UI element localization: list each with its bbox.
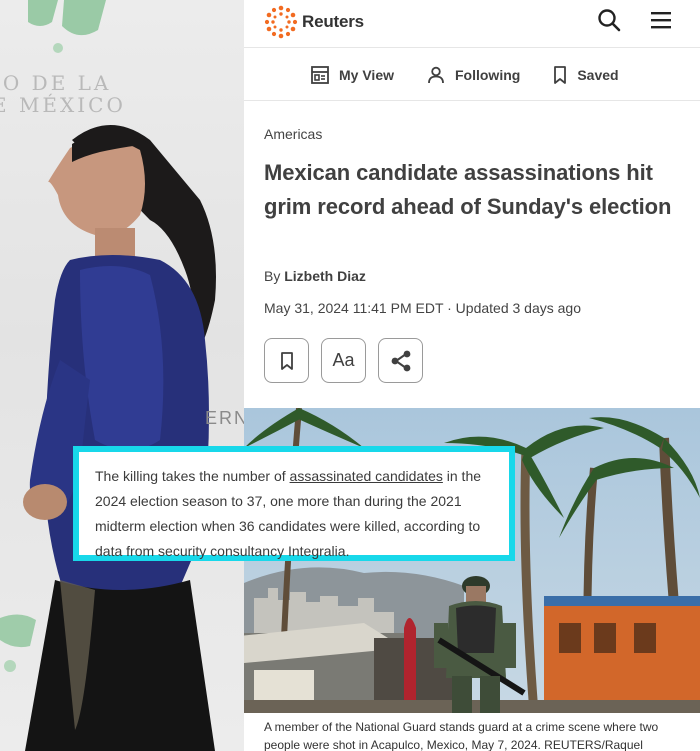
author-link[interactable]: Lizbeth Diaz xyxy=(284,268,366,284)
text-size-label: Aa xyxy=(332,350,355,370)
subnav-saved[interactable]: Saved xyxy=(552,65,619,85)
share-button[interactable] xyxy=(378,338,423,383)
subnav-following-label: Following xyxy=(455,66,521,83)
brand-name: Reuters xyxy=(302,12,364,31)
subnav-following[interactable]: Following xyxy=(426,65,520,85)
hamburger-menu-icon[interactable] xyxy=(648,7,674,33)
my-view-icon xyxy=(311,65,329,84)
reuters-dots-icon xyxy=(264,5,298,39)
top-bar: Reuters xyxy=(244,0,700,48)
share-icon xyxy=(391,350,410,371)
subnav-my-view-label: My View xyxy=(339,66,394,83)
background-photo: IO DE LA E MÉXICO ERN xyxy=(0,0,244,751)
text-size-button[interactable]: Aa xyxy=(321,338,366,383)
byline: By Lizbeth Diaz xyxy=(264,268,366,284)
save-article-button[interactable] xyxy=(264,338,309,383)
banner-logo xyxy=(28,0,106,53)
section-label[interactable]: Americas xyxy=(264,126,322,142)
highlighted-quote: The killing takes the number of assassin… xyxy=(73,446,515,561)
bookmark-icon xyxy=(554,65,567,84)
search-icon[interactable] xyxy=(596,7,622,33)
podium-text: ERN xyxy=(205,408,244,428)
headline: Mexican candidate assassinations hit gri… xyxy=(264,160,672,219)
bookmark-icon xyxy=(280,351,293,370)
sub-navigation: My View Following Saved xyxy=(244,49,700,101)
reuters-logo[interactable]: Reuters xyxy=(264,5,364,39)
quote-text-start: The killing takes the number of xyxy=(95,468,290,484)
article-panel: Reuters My View Following Saved Americas… xyxy=(244,0,700,751)
subnav-my-view[interactable]: My View xyxy=(310,65,394,85)
byline-prefix: By xyxy=(264,268,285,284)
image-caption: A member of the National Guard stands gu… xyxy=(264,720,659,751)
dateline: May 31, 2024 11:41 PM EDT · Updated 3 da… xyxy=(264,300,582,316)
assassinated-candidates-link[interactable]: assassinated candidates xyxy=(290,468,443,484)
subnav-saved-label: Saved xyxy=(577,66,619,83)
person-icon xyxy=(428,66,444,83)
banner-logo-bottom xyxy=(0,614,36,672)
